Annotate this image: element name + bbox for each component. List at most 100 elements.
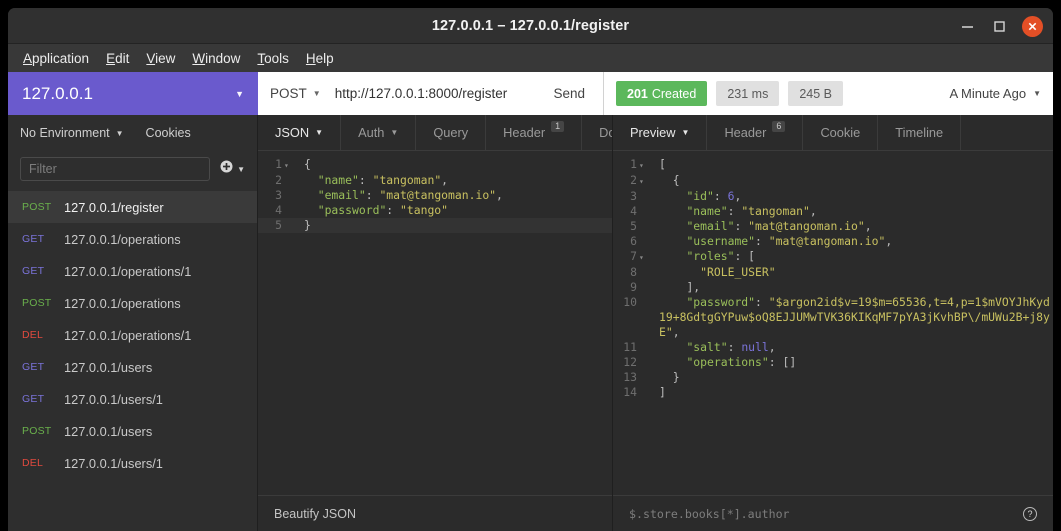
method-selector[interactable]: POST ▼ — [270, 86, 321, 101]
chevron-down-icon: ▼ — [681, 128, 690, 137]
request-method-label: GET — [22, 265, 45, 277]
request-method-label: GET — [22, 233, 45, 245]
code-text: "name": "tangoman", — [686, 204, 817, 218]
chevron-down-icon: ▼ — [235, 88, 244, 99]
code-text: { — [672, 173, 680, 187]
line-number-value: 5 — [275, 218, 282, 232]
fold-arrow-icon[interactable]: ▾ — [637, 158, 647, 173]
line-number: 3 — [258, 188, 294, 203]
tab-json[interactable]: JSON ▼ — [258, 115, 342, 150]
cookies-button[interactable]: Cookies — [146, 126, 191, 140]
code-line: 8 "ROLE_USER" — [613, 265, 1053, 280]
send-button[interactable]: Send — [553, 86, 591, 101]
tab-timeline[interactable]: Timeline — [878, 115, 962, 150]
request-name-label: 127.0.0.1/users — [64, 423, 153, 439]
menu-tools[interactable]: Tools — [250, 48, 296, 69]
beautify-json-button[interactable]: Beautify JSON — [274, 507, 356, 521]
tab-cookie[interactable]: Cookie — [803, 115, 879, 150]
list-item[interactable]: POST 127.0.0.1/operations — [8, 287, 257, 319]
fold-arrow-icon[interactable]: ▾ — [637, 174, 647, 189]
tab-doc[interactable]: Doc — [582, 115, 612, 150]
list-item[interactable]: GET 127.0.0.1/users/1 — [8, 383, 257, 415]
history-label: A Minute Ago — [949, 86, 1027, 101]
list-item[interactable]: POST 127.0.0.1/register — [8, 191, 257, 223]
fold-arrow-icon[interactable]: ▾ — [282, 158, 292, 173]
response-statusbar: $.store.books[*].author ? — [613, 495, 1053, 531]
fold-arrow-icon[interactable]: ▾ — [637, 250, 647, 265]
menubar: Application Edit View Window Tools Help — [8, 44, 1053, 72]
help-circle-icon[interactable]: ? — [1023, 506, 1037, 521]
menu-help-rest: elp — [315, 50, 334, 66]
list-item[interactable]: GET 127.0.0.1/users — [8, 351, 257, 383]
add-request-button[interactable]: ▼ — [220, 160, 245, 178]
sidebar: No Environment ▼ Cookies ▼ POST 127.0.0.1… — [8, 115, 258, 531]
code-text: } — [672, 370, 680, 384]
jsonpath-filter-input[interactable]: $.store.books[*].author — [629, 507, 790, 521]
tab-label: Auth — [358, 125, 385, 140]
code-text: ], — [686, 280, 701, 294]
list-item[interactable]: DEL 127.0.0.1/users/1 — [8, 447, 257, 479]
tab-badge: 6 — [772, 121, 786, 132]
status-code: 201 — [627, 86, 648, 101]
list-item[interactable]: DEL 127.0.0.1/operations/1 — [8, 319, 257, 351]
filter-row: ▼ — [8, 151, 257, 187]
tab-header[interactable]: Header 6 — [707, 115, 804, 150]
method-label: POST — [270, 86, 307, 101]
response-summary-bar: 201 Created 231 ms 245 B A Minute Ago ▼ — [604, 72, 1053, 115]
tab-query[interactable]: Query — [416, 115, 487, 150]
menu-window[interactable]: Window — [185, 48, 247, 69]
menu-application[interactable]: Application — [16, 48, 96, 69]
tab-badge: 1 — [551, 121, 565, 132]
line-number-value: 11 — [623, 340, 637, 354]
minimize-icon[interactable] — [958, 17, 976, 35]
request-name-label: 127.0.0.1/users/1 — [64, 455, 163, 471]
line-number-value: 7 — [630, 249, 637, 263]
tab-auth[interactable]: Auth ▼ — [341, 115, 417, 150]
menu-application-rest: pplication — [32, 50, 90, 66]
main-body: No Environment ▼ Cookies ▼ POST 127.0.0.1… — [8, 115, 1053, 531]
response-tabs[interactable]: Preview ▼ Header 6 Cookie Timeline — [613, 115, 1053, 151]
request-method-label: DEL — [22, 457, 44, 469]
menu-view[interactable]: View — [139, 48, 182, 69]
code-line: 13 } — [613, 370, 1053, 385]
request-name-label: 127.0.0.1/register — [64, 199, 164, 215]
line-number: 13 — [613, 370, 649, 385]
tab-label: Preview — [630, 125, 676, 140]
workspace-selector[interactable]: 127.0.0.1 ▼ — [8, 72, 258, 115]
code-text: "id": 6, — [686, 189, 742, 203]
request-body-editor[interactable]: 1 ▾{2 "name": "tangoman", 3 "email": "mat@… — [258, 151, 612, 495]
tab-header[interactable]: Header 1 — [486, 115, 583, 150]
list-item[interactable]: POST 127.0.0.1/users — [8, 415, 257, 447]
code-line: 1 ▾ [ — [613, 157, 1053, 173]
request-tabs[interactable]: JSON ▼ Auth ▼ Query Header 1 Doc — [258, 115, 612, 151]
request-statusbar: Beautify JSON — [258, 495, 612, 531]
code-text: "password": "tango" — [317, 203, 449, 217]
list-item[interactable]: GET 127.0.0.1/operations/1 — [8, 255, 257, 287]
code-line: 9 ], — [613, 280, 1053, 295]
url-input[interactable]: http://127.0.0.1:8000/register — [331, 86, 544, 101]
response-body-viewer[interactable]: 1 ▾[2 ▾ {3 "id": 6, 4 "name": "tangoman", 5 … — [613, 151, 1053, 495]
chevron-down-icon: ▼ — [1033, 89, 1041, 98]
request-list[interactable]: POST 127.0.0.1/register GET 127.0.0.1/opera… — [8, 187, 257, 531]
top-action-row: 127.0.0.1 ▼ POST ▼ http://127.0.0.1:8000… — [8, 72, 1053, 115]
menu-help[interactable]: Help — [299, 48, 341, 69]
code-text: [ — [659, 157, 666, 171]
close-icon[interactable] — [1022, 15, 1043, 37]
filter-input[interactable] — [20, 157, 211, 181]
maximize-icon[interactable] — [990, 17, 1008, 35]
titlebar: 127.0.0.1 – 127.0.0.1/register — [8, 8, 1053, 44]
tab-preview[interactable]: Preview ▼ — [613, 115, 708, 150]
tab-label: Header — [724, 125, 767, 140]
list-item[interactable]: GET 127.0.0.1/operations — [8, 223, 257, 255]
tab-label: JSON — [275, 125, 310, 140]
chevron-down-icon: ▼ — [237, 164, 245, 174]
history-selector[interactable]: A Minute Ago ▼ — [949, 86, 1041, 101]
line-number: 14 — [613, 385, 649, 400]
code-text: "email": "mat@tangoman.io", — [317, 188, 503, 202]
environment-selector[interactable]: No Environment ▼ — [20, 126, 124, 140]
code-line: 5 "email": "mat@tangoman.io", — [613, 219, 1053, 234]
code-text: } — [304, 218, 311, 232]
code-line: 3 "id": 6, — [613, 189, 1053, 204]
code-line: 1 ▾ { — [258, 157, 612, 173]
menu-edit[interactable]: Edit — [99, 48, 136, 69]
